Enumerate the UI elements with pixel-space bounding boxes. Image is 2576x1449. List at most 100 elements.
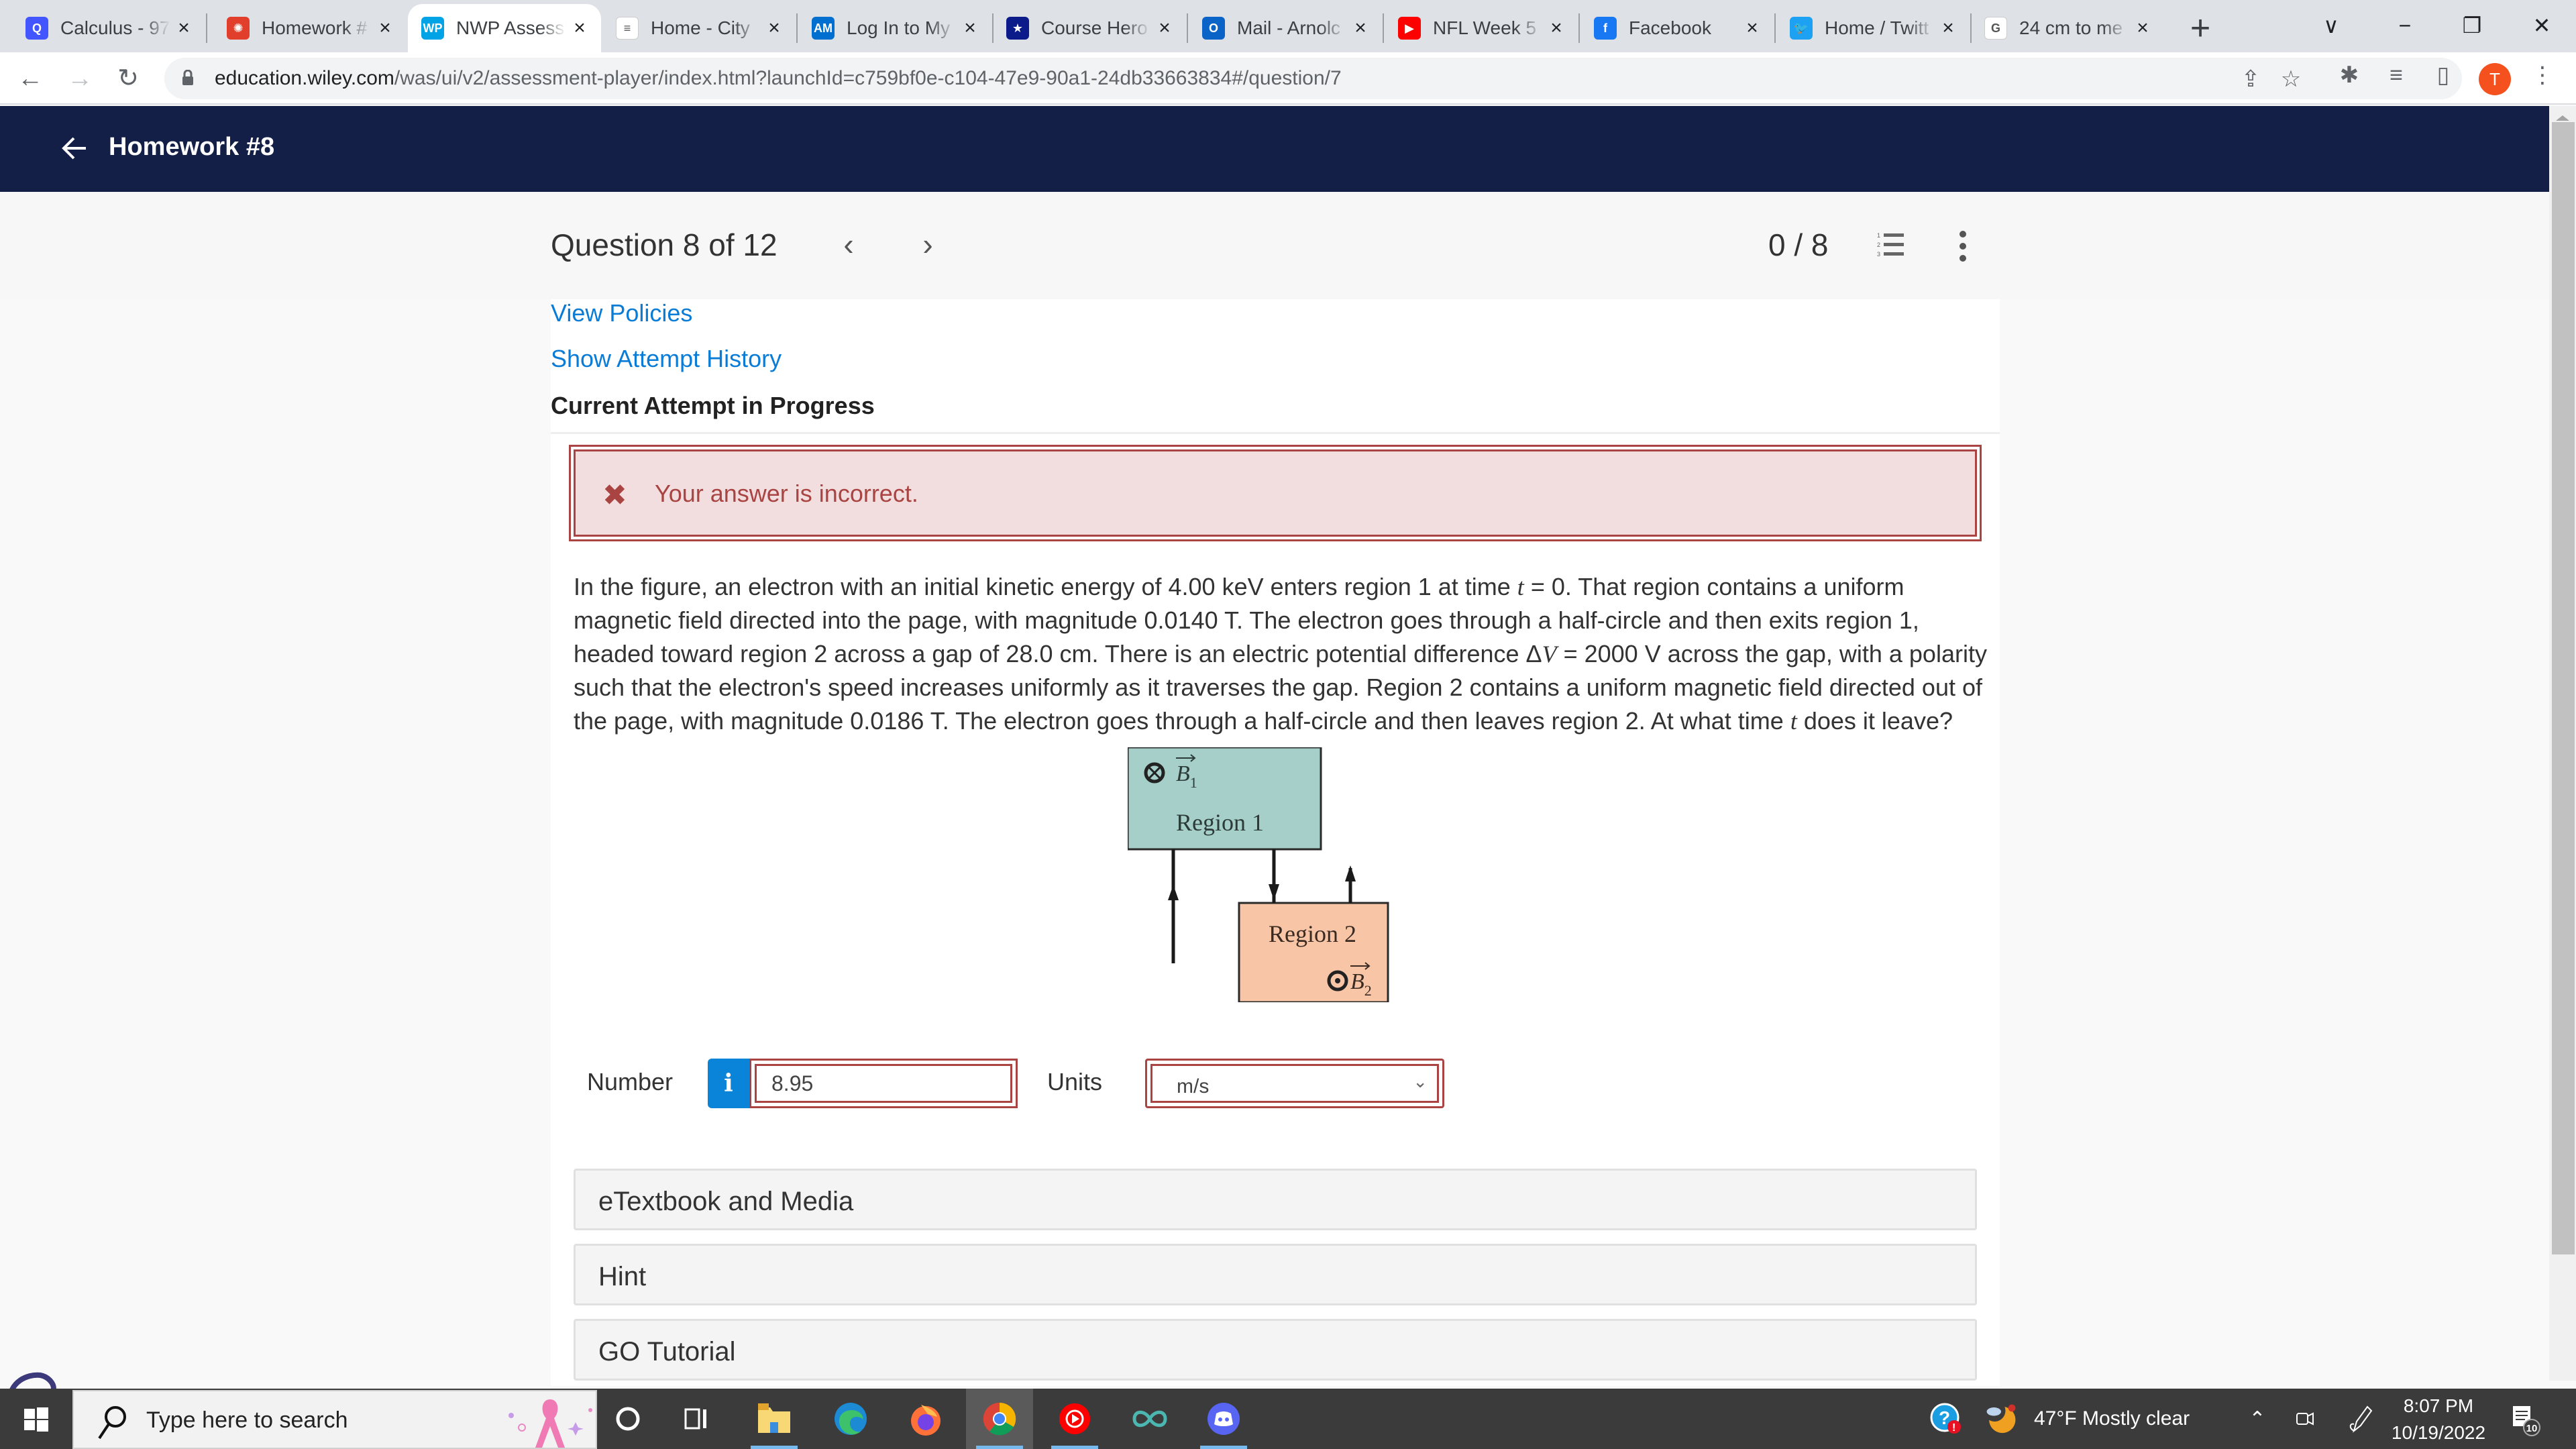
question-text-part: does it leave? <box>1796 707 1953 735</box>
close-window-button[interactable]: ✕ <box>2512 5 2572 46</box>
pen-workspace-icon[interactable] <box>2344 1402 2377 1436</box>
hint-panel[interactable]: Hint <box>574 1244 1977 1305</box>
tab-title: Home - City <box>651 17 750 38</box>
variable-t: t <box>1790 708 1797 735</box>
bookmark-star-icon[interactable]: ☆ <box>2277 66 2304 93</box>
clock-date: 10/19/2022 <box>2391 1422 2486 1443</box>
weather-text[interactable]: 47°F Mostly clear <box>2034 1407 2190 1430</box>
side-panel-icon[interactable]: ▯ <box>2430 62 2457 89</box>
close-tab-icon[interactable]: × <box>1347 17 1374 40</box>
profile-avatar[interactable]: T <box>2479 63 2511 95</box>
cityu-icon: ≡ <box>616 17 639 40</box>
browser-tab[interactable]: 🐦 Home / Twitt × <box>1776 4 1970 52</box>
minimize-button[interactable]: − <box>2375 5 2435 46</box>
browser-tab[interactable]: G 24 cm to me × <box>1971 4 2164 52</box>
url-text[interactable]: education.wiley.com/was/ui/v2/assessment… <box>215 67 1342 90</box>
browser-menu-icon[interactable]: ⋮ <box>2529 62 2556 89</box>
browser-tab[interactable]: ▶ NFL Week 5 × <box>1385 4 1578 52</box>
question-card: View Policies Show Attempt History Curre… <box>551 299 2000 1386</box>
close-tab-icon[interactable]: × <box>1543 17 1570 40</box>
region-2-label: Region 2 <box>1269 920 1356 947</box>
browser-tab[interactable]: WP NWP Assessi × <box>408 4 601 52</box>
back-arrow-icon[interactable] <box>58 131 91 165</box>
close-tab-icon[interactable]: × <box>1935 17 1962 40</box>
canvas-icon: ✺ <box>227 17 250 40</box>
browser-tab[interactable]: ★ Course Hero × <box>993 4 1186 52</box>
units-select-inner: m/s ⌄ <box>1150 1064 1439 1103</box>
tab-title: Calculus - 97 <box>60 17 170 38</box>
browser-tab[interactable]: ≡ Home - City × <box>602 4 796 52</box>
browser-tab[interactable]: AM Log In to My × <box>798 4 991 52</box>
twitter-icon: 🐦 <box>1790 17 1813 40</box>
camera-meet-icon[interactable] <box>2288 1402 2321 1436</box>
close-tab-icon[interactable]: × <box>170 17 197 40</box>
browser-tab[interactable]: f Facebook × <box>1580 4 1774 52</box>
scrollbar-thumb[interactable] <box>2552 122 2575 1254</box>
address-bar[interactable]: education.wiley.com/was/ui/v2/assessment… <box>164 58 2462 99</box>
facebook-icon: f <box>1594 17 1617 40</box>
taskbar-search-box[interactable]: Type here to search <box>72 1390 597 1449</box>
task-view-icon[interactable] <box>664 1389 731 1449</box>
close-tab-icon[interactable]: × <box>2129 17 2156 40</box>
tab-title: Mail - Arnolc <box>1237 17 1341 38</box>
cortana-icon[interactable] <box>594 1389 661 1449</box>
file-explorer-icon[interactable] <box>741 1389 808 1449</box>
close-tab-icon[interactable]: × <box>761 17 788 40</box>
number-input[interactable] <box>755 1064 1012 1103</box>
help-alert-icon[interactable]: ?! <box>1929 1402 1963 1436</box>
edge-icon[interactable] <box>817 1389 884 1449</box>
gap-path-arrow <box>1269 849 1279 903</box>
svg-text:3: 3 <box>1877 251 1880 258</box>
tab-title: Homework # <box>262 17 368 38</box>
share-icon[interactable]: ⇪ <box>2237 66 2264 93</box>
previous-question-button[interactable]: ‹ <box>832 225 865 263</box>
new-tab-button[interactable]: + <box>2180 8 2220 48</box>
tab-search-button[interactable]: ∨ <box>2301 5 2361 46</box>
firefox-icon[interactable] <box>892 1389 959 1449</box>
notification-center-icon[interactable]: 10 <box>2509 1403 2542 1437</box>
search-icon <box>98 1406 126 1440</box>
close-tab-icon[interactable]: × <box>957 17 983 40</box>
back-button[interactable]: ← <box>13 62 47 95</box>
tab-title: NWP Assessi <box>456 17 566 38</box>
show-hidden-icons-chevron[interactable]: ⌃ <box>2241 1402 2274 1436</box>
svg-text:10: 10 <box>2526 1423 2538 1434</box>
close-tab-icon[interactable]: × <box>566 17 593 40</box>
error-x-icon: ✖ <box>602 479 627 512</box>
etextbook-media-panel[interactable]: eTextbook and Media <box>574 1169 1977 1230</box>
close-tab-icon[interactable]: × <box>1151 17 1178 40</box>
units-select[interactable]: m/s ⌄ <box>1145 1059 1444 1108</box>
question-header: Question 8 of 12 ‹ › 0 / 8 1 2 3 <box>0 192 2549 299</box>
more-options-icon[interactable] <box>1956 229 1970 263</box>
browser-tab[interactable]: ✺ Homework # × <box>213 4 407 52</box>
reload-button[interactable]: ↻ <box>111 62 145 95</box>
browser-tab[interactable]: Q Calculus - 97 × <box>12 4 205 52</box>
close-tab-icon[interactable]: × <box>372 17 398 40</box>
weather-moon-icon[interactable] <box>1984 1402 2018 1436</box>
discord-icon[interactable] <box>1190 1389 1257 1449</box>
extensions-puzzle-icon[interactable]: ✱ <box>2336 62 2363 89</box>
show-attempt-history-link[interactable]: Show Attempt History <box>551 345 782 373</box>
view-policies-link[interactable]: View Policies <box>551 299 692 327</box>
restore-button[interactable]: ❐ <box>2442 5 2502 46</box>
scroll-up-arrow-icon[interactable] <box>2556 115 2569 121</box>
assignment-header: Homework #8 <box>0 106 2549 192</box>
system-clock[interactable]: 8:07 PM 10/19/2022 <box>2388 1393 2489 1446</box>
tab-title: 24 cm to me <box>2019 17 2123 38</box>
regions-figure: B1 Region 1 Region 2 B2 <box>1128 747 1389 1002</box>
chrome-icon[interactable] <box>966 1389 1033 1449</box>
windows-start-icon[interactable] <box>24 1407 48 1432</box>
close-tab-icon[interactable]: × <box>1739 17 1766 40</box>
youtube-music-icon[interactable] <box>1041 1389 1108 1449</box>
page-scrollbar[interactable] <box>2549 106 2576 1381</box>
forward-button[interactable]: → <box>63 62 97 95</box>
go-tutorial-panel[interactable]: GO Tutorial <box>574 1319 1977 1381</box>
info-button[interactable]: i <box>708 1059 749 1108</box>
infinity-app-icon[interactable] <box>1116 1389 1183 1449</box>
reading-list-icon[interactable]: ≡ <box>2383 62 2410 89</box>
question-list-icon[interactable]: 1 2 3 <box>1876 231 1905 259</box>
question-counter: Question 8 of 12 <box>551 227 777 262</box>
next-question-button[interactable]: › <box>911 225 945 263</box>
browser-tab[interactable]: O Mail - Arnolc × <box>1189 4 1382 52</box>
assignment-title[interactable]: Homework #8 <box>109 133 274 162</box>
